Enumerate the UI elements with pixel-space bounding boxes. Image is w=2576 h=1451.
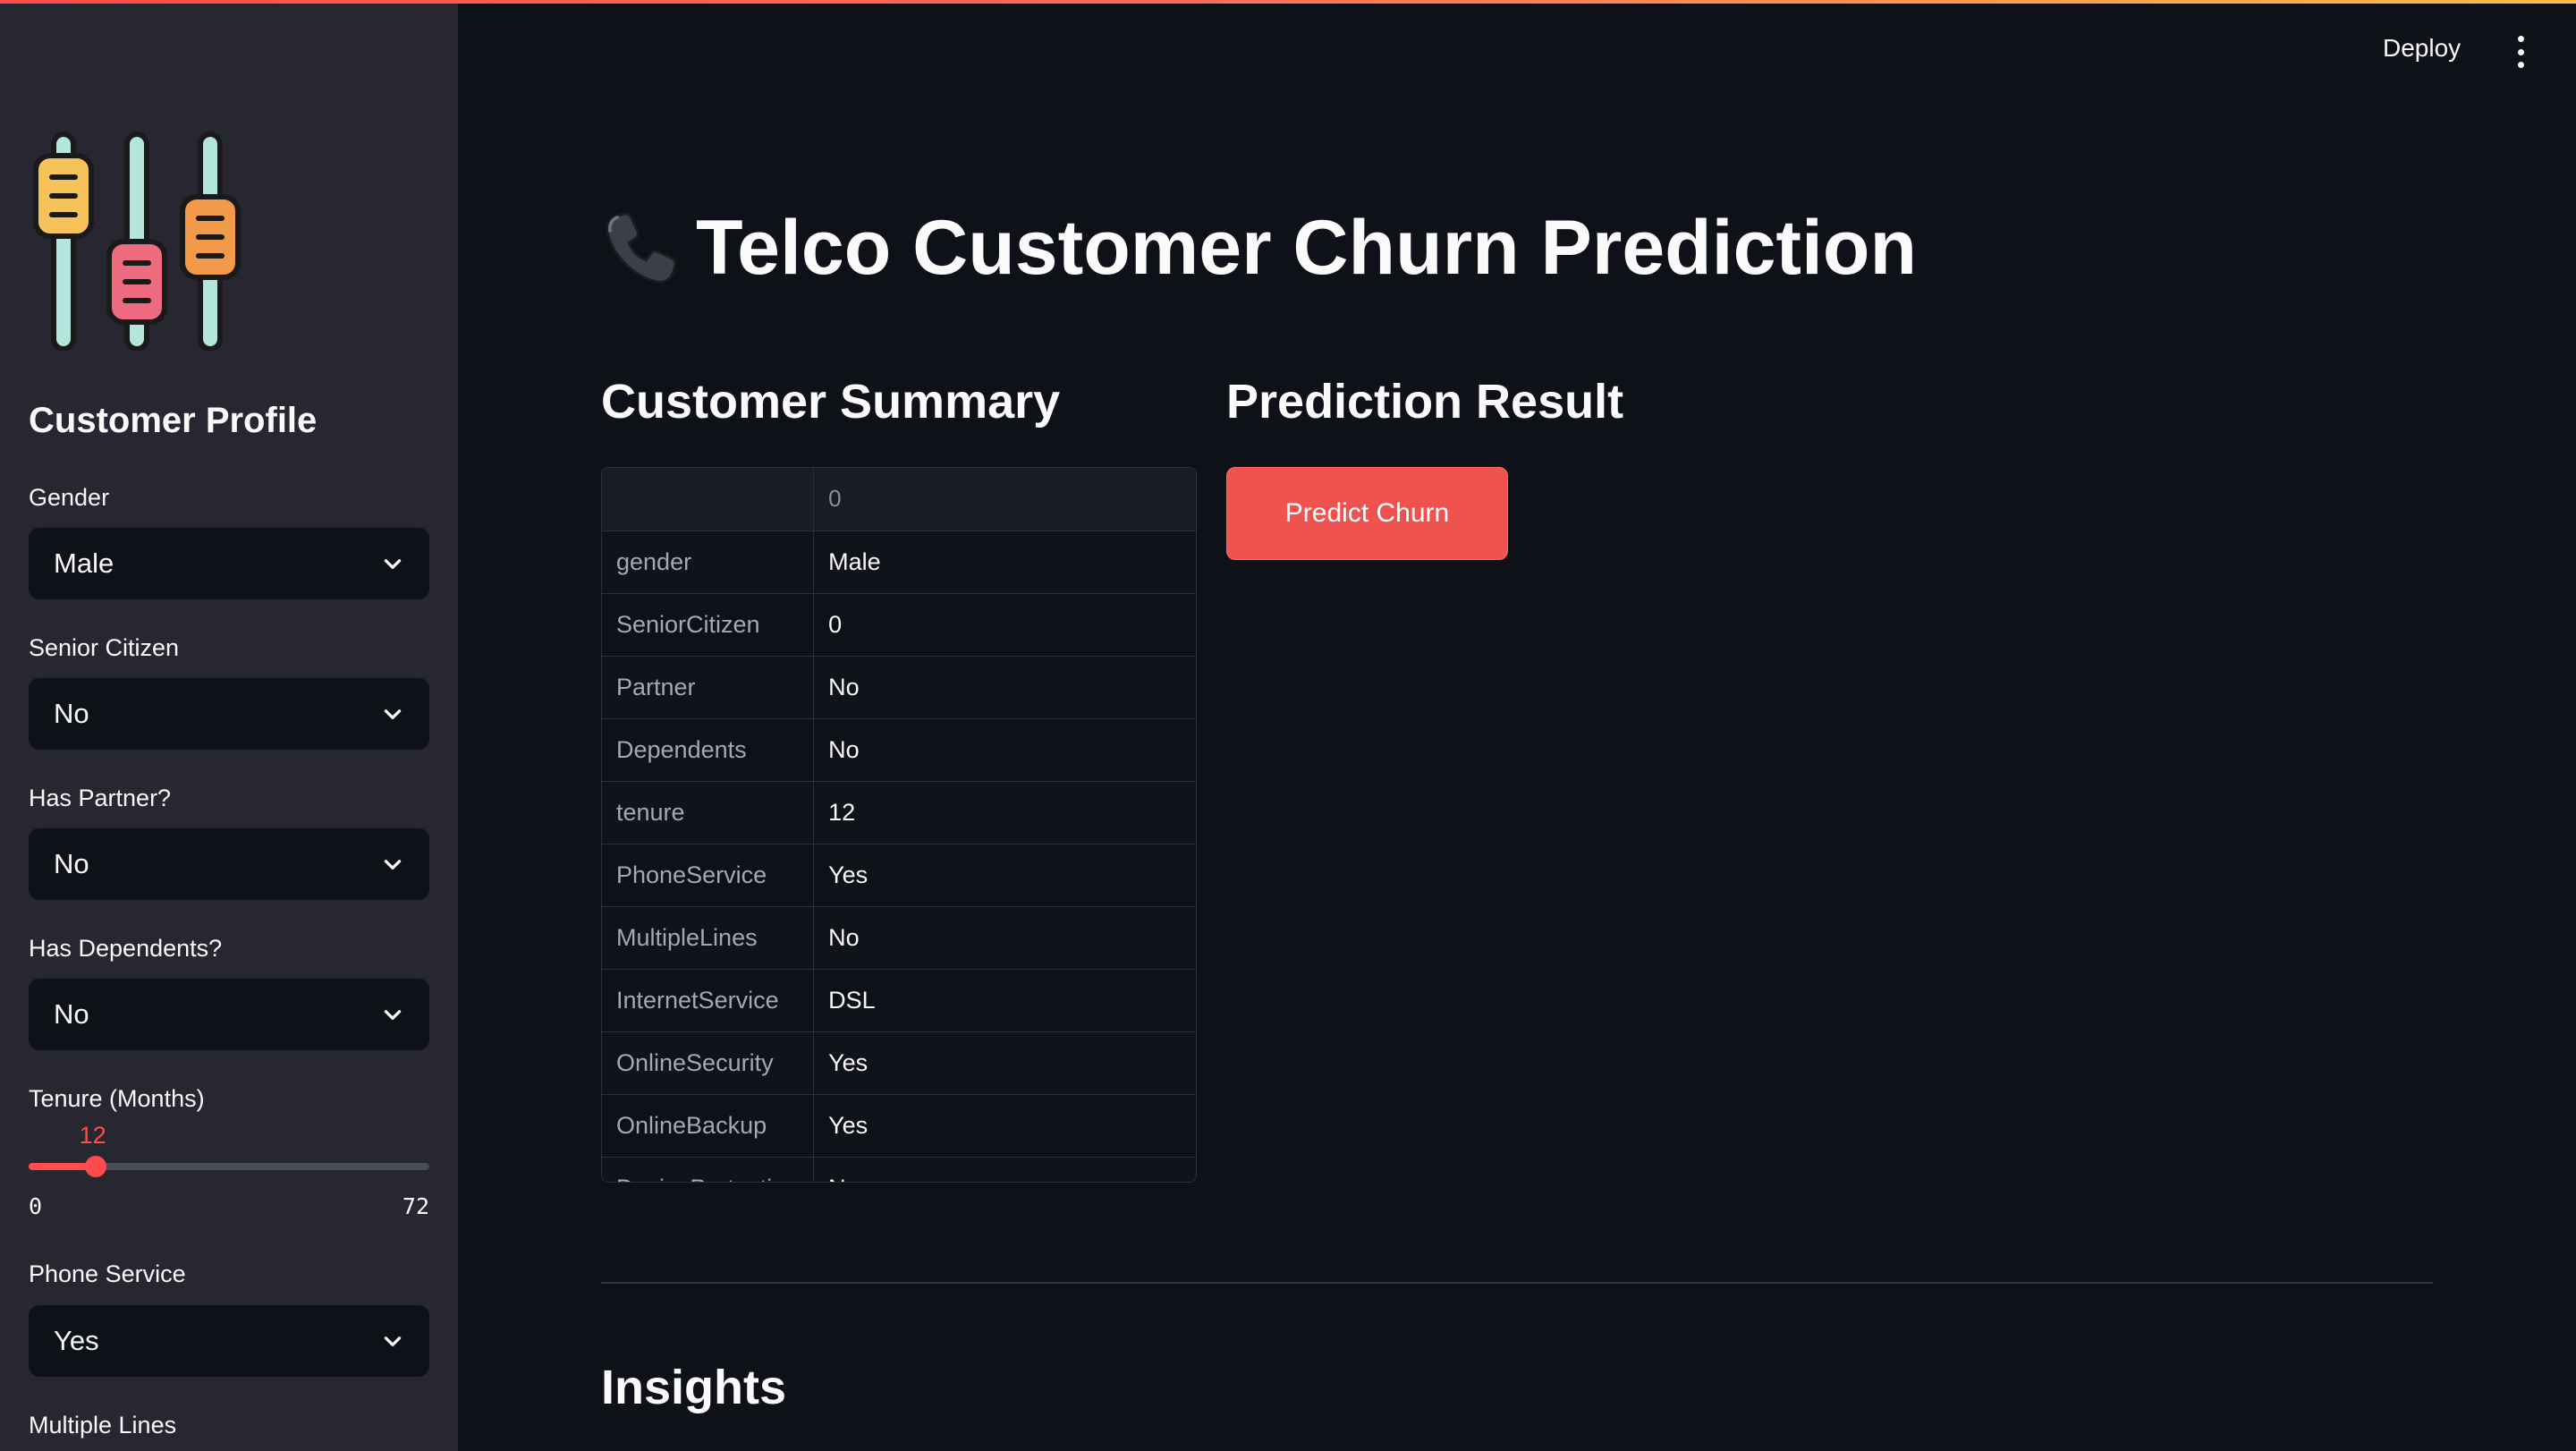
partner-label: Has Partner? — [29, 785, 172, 811]
chevron-down-icon — [384, 1336, 402, 1346]
table-row-value: No — [813, 656, 1196, 719]
sidebar-title: Customer Profile — [29, 401, 318, 440]
partner-select-value: No — [54, 848, 89, 879]
tenure-slider-thumb[interactable] — [84, 1156, 106, 1177]
table-row: PhoneService Yes — [602, 844, 1196, 907]
top-decoration-bar — [0, 0, 2576, 4]
tenure-label: Tenure (Months) — [29, 1085, 205, 1112]
senior-citizen-label: Senior Citizen — [29, 634, 180, 661]
phone-service-label: Phone Service — [29, 1260, 186, 1287]
table-row-key: OnlineBackup — [602, 1094, 815, 1158]
multiple-lines-label: Multiple Lines — [29, 1412, 177, 1438]
table-row-key: OnlineSecurity — [602, 1031, 815, 1095]
table-row-key: InternetService — [602, 969, 815, 1032]
table-row: Dependents No — [602, 718, 1196, 782]
insights-heading: Insights — [601, 1361, 787, 1414]
table-row-value: 12 — [813, 781, 1196, 844]
table-row: SeniorCitizen 0 — [602, 593, 1196, 657]
sliders-icon — [29, 131, 243, 352]
senior-citizen-select-value: No — [54, 698, 89, 729]
table-row: OnlineBackup Yes — [602, 1094, 1196, 1158]
table-row-value: Yes — [813, 844, 1196, 907]
table-row-value: DSL — [813, 969, 1196, 1032]
phone-service-select-value: Yes — [54, 1325, 99, 1356]
table-row-key: Dependents — [602, 718, 815, 782]
dependents-label: Has Dependents? — [29, 935, 223, 962]
senior-citizen-select[interactable]: No — [29, 678, 429, 750]
chevron-down-icon — [384, 860, 402, 870]
table-row: Partner No — [602, 656, 1196, 719]
gender-select[interactable]: Male — [29, 528, 429, 599]
table-row-key: SeniorCitizen — [602, 593, 815, 657]
chevron-down-icon — [384, 559, 402, 569]
table-row-key: Partner — [602, 656, 815, 719]
predict-churn-button[interactable]: Predict Churn — [1226, 467, 1508, 560]
table-row-value: No — [813, 906, 1196, 970]
dependents-select-value: No — [54, 998, 89, 1030]
prediction-result-heading: Prediction Result — [1226, 375, 1624, 429]
table-row-value: Yes — [813, 1031, 1196, 1095]
table-column-header: 0 — [813, 468, 1196, 531]
chevron-down-icon — [384, 709, 402, 719]
chevron-down-icon — [384, 1010, 402, 1020]
customer-summary-heading: Customer Summary — [601, 375, 1061, 429]
page-title: Telco Customer Churn Prediction — [599, 204, 1917, 293]
table-row-key: tenure — [602, 781, 815, 844]
table-row-value: Yes — [813, 1094, 1196, 1158]
phone-service-select[interactable]: Yes — [29, 1305, 429, 1377]
table-row: DeviceProtectionNo — [602, 1157, 1196, 1182]
dependents-select[interactable]: No — [29, 979, 429, 1050]
deploy-button[interactable]: Deploy — [2383, 34, 2461, 63]
table-header-row: 0 — [602, 468, 1196, 531]
gender-select-value: Male — [54, 547, 114, 579]
table-row-key: PhoneService — [602, 844, 815, 907]
sidebar: Customer Profile Gender Male Senior Citi… — [0, 0, 458, 1451]
table-row-value: Male — [813, 530, 1196, 594]
table-row: tenure 12 — [602, 781, 1196, 844]
customer-summary-table[interactable]: 0 gender Male SeniorCitizen 0 Partner No Depen… — [601, 467, 1197, 1183]
table-row-value: No — [813, 1157, 1196, 1182]
partner-select[interactable]: No — [29, 828, 429, 900]
page-title-text: Telco Customer Churn Prediction — [696, 205, 1917, 291]
section-divider — [601, 1282, 2433, 1284]
table-row: InternetService DSL — [602, 969, 1196, 1032]
kebab-menu-icon[interactable] — [2512, 36, 2529, 68]
table-row: OnlineSecurity Yes — [602, 1031, 1196, 1095]
telephone-receiver-icon — [606, 212, 677, 284]
tenure-slider-value: 12 — [79, 1122, 106, 1149]
gender-label: Gender — [29, 484, 110, 511]
table-row-key: MultipleLines — [602, 906, 815, 970]
table-row-key: DeviceProtection — [602, 1157, 815, 1182]
table-row-value: 0 — [813, 593, 1196, 657]
table-index-header — [602, 468, 815, 531]
table-row-value: No — [813, 718, 1196, 782]
table-row: MultipleLines No — [602, 906, 1196, 970]
table-row: gender Male — [602, 530, 1196, 594]
tenure-slider-min: 0 — [29, 1193, 43, 1219]
tenure-slider-max: 72 — [402, 1193, 429, 1219]
table-row-key: gender — [602, 530, 815, 594]
